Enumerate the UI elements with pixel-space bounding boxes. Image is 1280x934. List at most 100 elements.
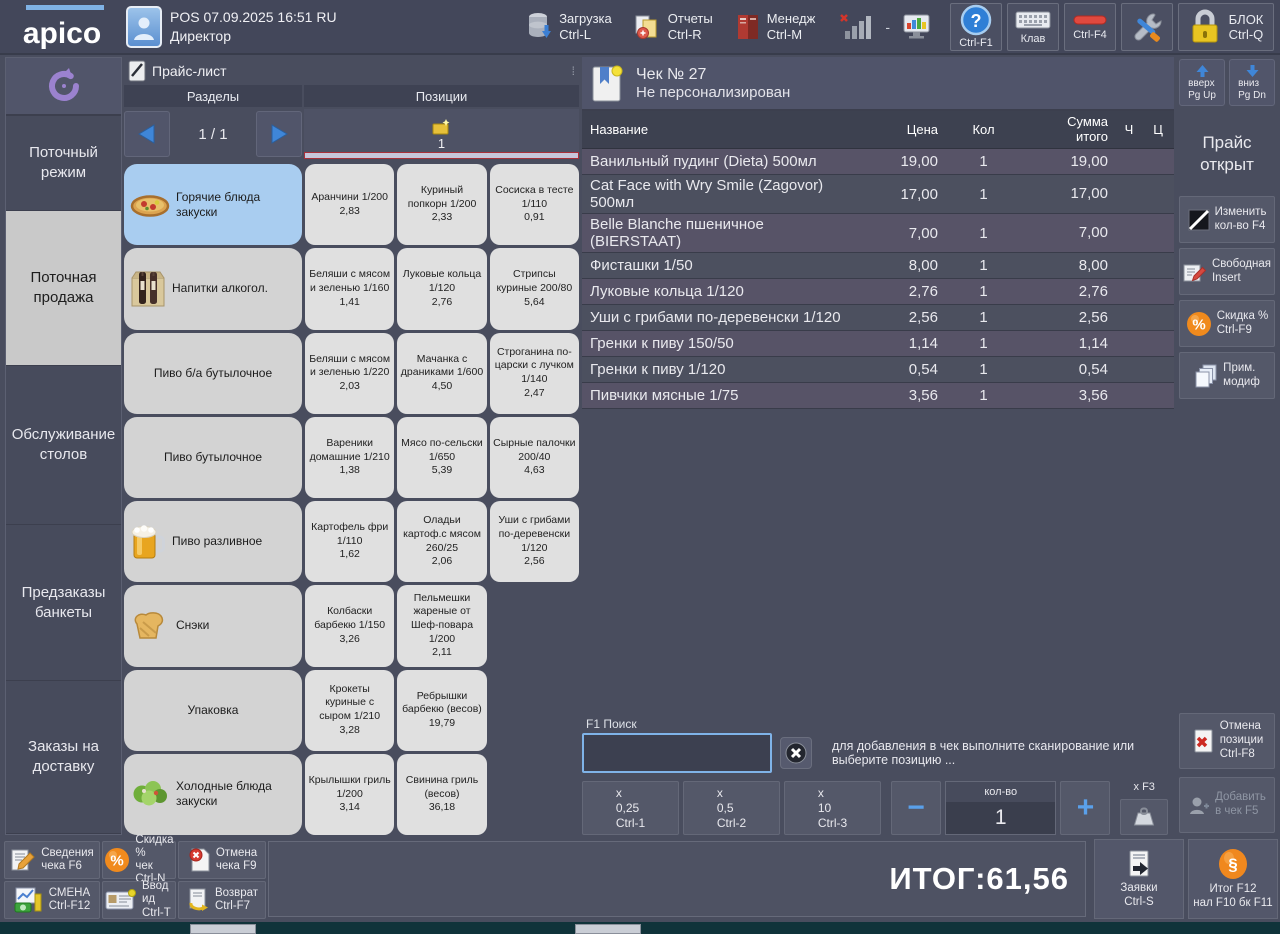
product-button[interactable]: Стрипсы куриные 200/805,64 bbox=[490, 248, 579, 329]
id-input-button[interactable]: Ввод ид Ctrl-T bbox=[102, 881, 176, 919]
product-button[interactable]: Беляши с мясом и зеленью 1/2202,03 bbox=[305, 333, 394, 414]
receipt-row[interactable]: Уши с грибами по-деревенски 1/1202,5612,… bbox=[582, 305, 1174, 331]
mode-flow-sale[interactable]: Поточная продажа bbox=[6, 211, 121, 366]
cancel-position-button[interactable]: Отмена позиции Ctrl-F8 bbox=[1179, 713, 1275, 769]
user-avatar[interactable] bbox=[126, 6, 162, 48]
product-button[interactable]: Уши с грибами по-деревенски 1/1202,56 bbox=[490, 501, 579, 582]
product-button[interactable]: Сосиска в тесте 1/1100,91 bbox=[490, 164, 579, 245]
paragraph-icon: § bbox=[1216, 847, 1250, 881]
receipt-row[interactable]: Ванильный пудинг (Dieta) 500мл19,00119,0… bbox=[582, 149, 1174, 175]
receipt-row[interactable]: Belle Blanche пшеничное (BIERSTAAT)7,001… bbox=[582, 214, 1174, 253]
return-button[interactable]: Возврат Ctrl-F7 bbox=[178, 881, 266, 919]
multiply-10-button[interactable]: x 10 Ctrl-3 bbox=[784, 781, 881, 835]
free-position-button[interactable]: Свободная Insert bbox=[1179, 248, 1275, 295]
ctrl-f4-button[interactable]: Ctrl-F4 bbox=[1064, 3, 1116, 51]
taskbar-item[interactable] bbox=[190, 924, 256, 934]
price-status-text: Прайс открыт bbox=[1179, 132, 1275, 176]
multiply-025-button[interactable]: x 0,25 Ctrl-1 bbox=[582, 781, 679, 835]
category-beer-draft[interactable]: Пиво разливное bbox=[124, 501, 302, 582]
reports-button[interactable]: Отчеты Ctrl-R bbox=[628, 8, 719, 45]
positions-header: Позиции bbox=[304, 85, 579, 107]
page-prev-button[interactable] bbox=[124, 111, 170, 157]
receipt-row[interactable]: Cat Face with Wry Smile (Zagovor) 500мл1… bbox=[582, 175, 1174, 214]
clear-search-button[interactable] bbox=[780, 737, 812, 769]
lock-button[interactable]: БЛОК Ctrl-Q bbox=[1178, 3, 1274, 51]
col-price: Цена bbox=[861, 122, 946, 137]
product-button[interactable]: Картофель фри 1/1101,62 bbox=[305, 501, 394, 582]
product-button[interactable]: Свинина гриль (весов)36,18 bbox=[397, 754, 486, 835]
product-button[interactable]: Ребрышки барбекю (весов)19,79 bbox=[397, 670, 486, 751]
product-button[interactable]: Куриный попкорн 1/2002,33 bbox=[397, 164, 486, 245]
discount-button[interactable]: %Скидка % Ctrl-F9 bbox=[1179, 300, 1275, 347]
receipt-row[interactable]: Фисташки 1/508,0018,00 bbox=[582, 253, 1174, 279]
edit-qty-button-label: Изменить кол-во F4 bbox=[1215, 206, 1267, 234]
help-button-label: Ctrl-F1 bbox=[959, 37, 993, 49]
product-button[interactable]: Беляши с мясом и зеленью 1/1601,41 bbox=[305, 248, 394, 329]
taskbar-item[interactable] bbox=[575, 924, 641, 934]
keyboard-button[interactable]: Клав bbox=[1007, 3, 1059, 51]
refresh-button[interactable] bbox=[6, 58, 121, 116]
panel-options-icon[interactable]: ⁞ bbox=[572, 64, 575, 78]
scroll-up-button[interactable]: вверх Pg Up bbox=[1179, 59, 1225, 106]
line-name: Belle Blanche пшеничное (BIERSTAAT) bbox=[582, 214, 861, 252]
search-input[interactable] bbox=[582, 733, 772, 773]
settings-button[interactable] bbox=[1121, 3, 1173, 51]
product-button[interactable]: Строганина по-царски с лучком 1/1402,47 bbox=[490, 333, 579, 414]
product-button[interactable]: Вареники домашние 1/2101,38 bbox=[305, 417, 394, 498]
category-hot-dishes[interactable]: Горячие блюда закуски bbox=[124, 164, 302, 245]
product-button[interactable]: Луковые кольца 1/1202,76 bbox=[397, 248, 486, 329]
top-bar: apico POS 07.09.2025 16:51 RU Директор З… bbox=[0, 0, 1280, 55]
mode-flow[interactable]: Поточный режим bbox=[6, 116, 121, 211]
receipt-row[interactable]: Луковые кольца 1/1202,7612,76 bbox=[582, 279, 1174, 305]
requests-button[interactable]: Заявки Ctrl-S bbox=[1094, 839, 1184, 919]
manager-button-label: Менедж Ctrl-M bbox=[767, 11, 816, 42]
quantity-minus-button[interactable]: − bbox=[891, 781, 941, 835]
positions-tab[interactable]: 1 bbox=[304, 109, 579, 159]
check-discount-button[interactable]: %Скидка % чек Ctrl-N bbox=[102, 841, 176, 879]
add-to-check-icon bbox=[1188, 795, 1210, 815]
grand-total-button[interactable]: § Итог F12 нал F10 бк F11 bbox=[1188, 839, 1278, 919]
load-button[interactable]: Загрузка Ctrl-L bbox=[521, 8, 618, 45]
cancel-check-button[interactable]: Отмена чека F9 bbox=[178, 841, 266, 879]
product-button[interactable]: Крокеты куриные с сыром 1/2103,28 bbox=[305, 670, 394, 751]
category-beer-na-bottled[interactable]: Пиво б/а бутылочное bbox=[124, 333, 302, 414]
product-button[interactable]: Мачанка с драниками 1/6004,50 bbox=[397, 333, 486, 414]
edit-qty-button[interactable]: Изменить кол-во F4 bbox=[1179, 196, 1275, 243]
page-next-button[interactable] bbox=[256, 111, 302, 157]
receipt-row[interactable]: Гренки к пиву 1/1200,5410,54 bbox=[582, 357, 1174, 383]
scroll-down-button[interactable]: вниз Pg Dn bbox=[1229, 59, 1275, 106]
product-button[interactable]: Мясо по-сельски 1/6505,39 bbox=[397, 417, 486, 498]
category-packaging[interactable]: Упаковка bbox=[124, 670, 302, 751]
add-to-check-button[interactable]: Добавить в чек F5 bbox=[1179, 777, 1275, 833]
product-button[interactable]: Оладьи картоф.с мясом 260/252,06 bbox=[397, 501, 486, 582]
receipt-row[interactable]: Гренки к пиву 150/501,1411,14 bbox=[582, 331, 1174, 357]
mode-tables[interactable]: Обслуживание столов bbox=[6, 366, 121, 526]
category-snacks[interactable]: Снэки bbox=[124, 585, 302, 666]
category-alco-drinks[interactable]: Напитки алкогол. bbox=[124, 248, 302, 329]
product-button[interactable]: Сырные палочки 200/404,63 bbox=[490, 417, 579, 498]
category-cold-dishes[interactable]: Холодные блюда закуски bbox=[124, 754, 302, 835]
mode-delivery[interactable]: Заказы на доставку bbox=[6, 681, 121, 834]
discount-icon: % bbox=[104, 847, 130, 873]
manager-icon bbox=[735, 13, 761, 41]
receipt-row[interactable]: Пивчики мясные 1/753,5613,56 bbox=[582, 383, 1174, 409]
manager-button[interactable]: Менедж Ctrl-M bbox=[729, 8, 822, 45]
help-icon: ? bbox=[960, 4, 992, 36]
line-price: 8,00 bbox=[861, 257, 946, 274]
help-button[interactable]: ?Ctrl-F1 bbox=[950, 3, 1002, 51]
line-qty: 1 bbox=[946, 153, 1021, 170]
line-price: 3,56 bbox=[861, 387, 946, 404]
product-button[interactable]: Колбаски барбекю 1/1503,26 bbox=[305, 585, 394, 666]
product-button[interactable]: Пельмешки жареные от Шеф-повара 1/2002,1… bbox=[397, 585, 486, 666]
quantity-plus-button[interactable]: + bbox=[1060, 781, 1110, 835]
modifier-button[interactable]: Прим. модиф bbox=[1179, 352, 1275, 399]
shift-button[interactable]: СМЕНА Ctrl-F12 bbox=[4, 881, 100, 919]
weight-f3-button[interactable] bbox=[1120, 799, 1168, 835]
check-details-button[interactable]: Сведения чека F6 bbox=[4, 841, 100, 879]
multiply-05-button[interactable]: x 0,5 Ctrl-2 bbox=[683, 781, 780, 835]
category-beer-bottled[interactable]: Пиво бутылочное bbox=[124, 417, 302, 498]
product-button[interactable]: Крылышки гриль 1/2003,14 bbox=[305, 754, 394, 835]
pricelist-icon bbox=[128, 60, 146, 82]
product-button[interactable]: Аранчини 1/2002,83 bbox=[305, 164, 394, 245]
mode-preorders[interactable]: Предзаказы банкеты bbox=[6, 525, 121, 681]
